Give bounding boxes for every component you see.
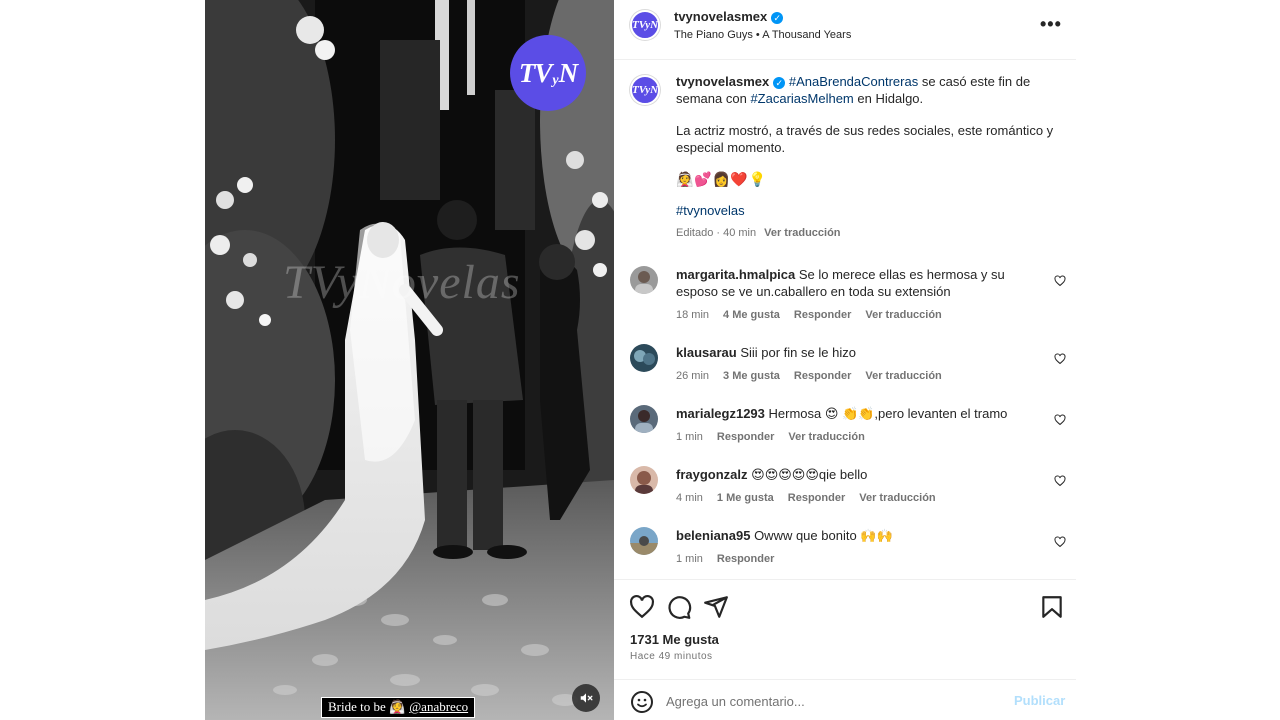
- comment-meta: 4 min 1 Me gusta Responder Ver traducción: [676, 492, 950, 504]
- translate-link[interactable]: Ver traducción: [865, 309, 941, 321]
- post-media[interactable]: TV y N TVyNovelas Bride to be 👰 @anabreco: [205, 0, 614, 720]
- comment-likes[interactable]: 1 Me gusta: [717, 492, 774, 504]
- post-time: Hace 49 minutos: [630, 651, 713, 662]
- translate-link[interactable]: Ver traducción: [859, 492, 935, 504]
- heart-icon[interactable]: [1054, 353, 1066, 365]
- comment-icon[interactable]: [666, 594, 692, 620]
- reply-button[interactable]: Responder: [794, 309, 851, 321]
- post-header: TVyN tvynovelasmex ✓ The Piano Guys • A T…: [614, 0, 1076, 60]
- publish-button[interactable]: Publicar: [1014, 693, 1065, 708]
- author-username[interactable]: tvynovelasmex: [674, 9, 767, 24]
- comment-likes[interactable]: 3 Me gusta: [723, 370, 780, 382]
- comment-text: Siii por fin se le hizo: [740, 345, 856, 360]
- reply-button[interactable]: Responder: [788, 492, 845, 504]
- comment-input[interactable]: [666, 690, 996, 712]
- commenter-username[interactable]: marialegz1293: [676, 406, 765, 421]
- tvn-logo-badge: TV y N: [510, 35, 586, 111]
- heart-icon[interactable]: [1054, 536, 1066, 548]
- verified-icon: ✓: [771, 12, 784, 24]
- post-details-panel: TVyN tvynovelasmex ✓ The Piano Guys • A T…: [614, 0, 1076, 720]
- comment-time: 18 min: [676, 309, 710, 321]
- post-actions: 1731 Me gusta Hace 49 minutos Publicar: [614, 579, 1076, 719]
- caption-emojis: 👰💕👩‍❤️💡: [676, 171, 768, 187]
- verified-icon: ✓: [773, 77, 786, 89]
- mute-button[interactable]: [572, 684, 600, 712]
- likes-count[interactable]: 1731 Me gusta: [630, 632, 719, 647]
- caption-paragraph-1: tvynovelasmex ✓ #AnaBrendaContreras se ca…: [676, 74, 1031, 106]
- commenter-avatar[interactable]: [630, 266, 658, 294]
- reply-button[interactable]: Responder: [794, 370, 851, 382]
- commenter-username[interactable]: beleniana95: [676, 528, 750, 543]
- edited-timestamp: Editado · 40 min: [676, 227, 757, 239]
- heart-icon[interactable]: [629, 594, 655, 620]
- hashtag-link[interactable]: #AnaBrendaContreras: [789, 74, 918, 89]
- caption-paragraph-2: La actriz mostró, a través de sus redes …: [676, 123, 1054, 155]
- reply-button[interactable]: Responder: [717, 553, 774, 565]
- hashtag-link[interactable]: #ZacariasMelhem: [750, 91, 853, 106]
- translate-link[interactable]: Ver traducción: [764, 227, 840, 239]
- comments-scroll-area[interactable]: TVyN tvynovelasmex ✓ #AnaBrendaContreras …: [614, 61, 1076, 579]
- commenter-username[interactable]: klausarau: [676, 345, 737, 360]
- comment-meta: 18 min 4 Me gusta Responder Ver traducción: [676, 309, 956, 321]
- commenter-avatar[interactable]: [630, 527, 658, 555]
- more-options-button[interactable]: •••: [1040, 14, 1062, 35]
- translate-link[interactable]: Ver traducción: [788, 431, 864, 443]
- media-caption-tag: Bride to be 👰 @anabreco: [321, 697, 476, 718]
- commenter-username[interactable]: fraygonzalz: [676, 467, 748, 482]
- author-avatar[interactable]: TVyN: [630, 10, 660, 40]
- comment-meta: 1 min Responder Ver traducción: [676, 431, 879, 443]
- instagram-post-view: TV y N TVyNovelas Bride to be 👰 @anabreco T…: [0, 0, 1280, 720]
- comment-likes[interactable]: 4 Me gusta: [723, 309, 780, 321]
- bookmark-icon[interactable]: [1039, 594, 1065, 620]
- hashtag-link[interactable]: #tvynovelas: [676, 202, 1056, 219]
- comment-time: 4 min: [676, 492, 703, 504]
- comment-time: 1 min: [676, 431, 703, 443]
- comment-text: Owww que bonito 🙌🙌: [754, 528, 893, 543]
- caption-username[interactable]: tvynovelasmex: [676, 74, 769, 89]
- emoji-icon[interactable]: [630, 690, 654, 714]
- commenter-avatar[interactable]: [630, 466, 658, 494]
- caption-author-avatar[interactable]: TVyN: [630, 75, 660, 105]
- commenter-avatar[interactable]: [630, 344, 658, 372]
- translate-link[interactable]: Ver traducción: [865, 370, 941, 382]
- comment-time: 26 min: [676, 370, 710, 382]
- audio-track-link[interactable]: The Piano Guys • A Thousand Years: [674, 29, 851, 41]
- comment-meta: 26 min 3 Me gusta Responder Ver traducción: [676, 370, 956, 382]
- commenter-avatar[interactable]: [630, 405, 658, 433]
- caption-meta: Editado · 40 min Ver traducción: [676, 225, 1056, 242]
- heart-icon[interactable]: [1054, 475, 1066, 487]
- reply-button[interactable]: Responder: [717, 431, 774, 443]
- heart-icon[interactable]: [1054, 414, 1066, 426]
- mute-icon: [580, 693, 593, 703]
- comment-text: Hermosa 😍 👏👏,pero levanten el tramo: [768, 406, 1008, 421]
- comment-time: 1 min: [676, 553, 703, 565]
- share-icon[interactable]: [703, 594, 729, 620]
- comment-text: 😍😍😍😍😍qie bello: [751, 467, 868, 482]
- media-watermark: TVyNovelas: [283, 256, 521, 309]
- comment-meta: 1 min Responder: [676, 553, 788, 565]
- add-comment-bar: Publicar: [614, 679, 1076, 720]
- commenter-username[interactable]: margarita.hmalpica: [676, 267, 795, 282]
- heart-icon[interactable]: [1054, 275, 1066, 287]
